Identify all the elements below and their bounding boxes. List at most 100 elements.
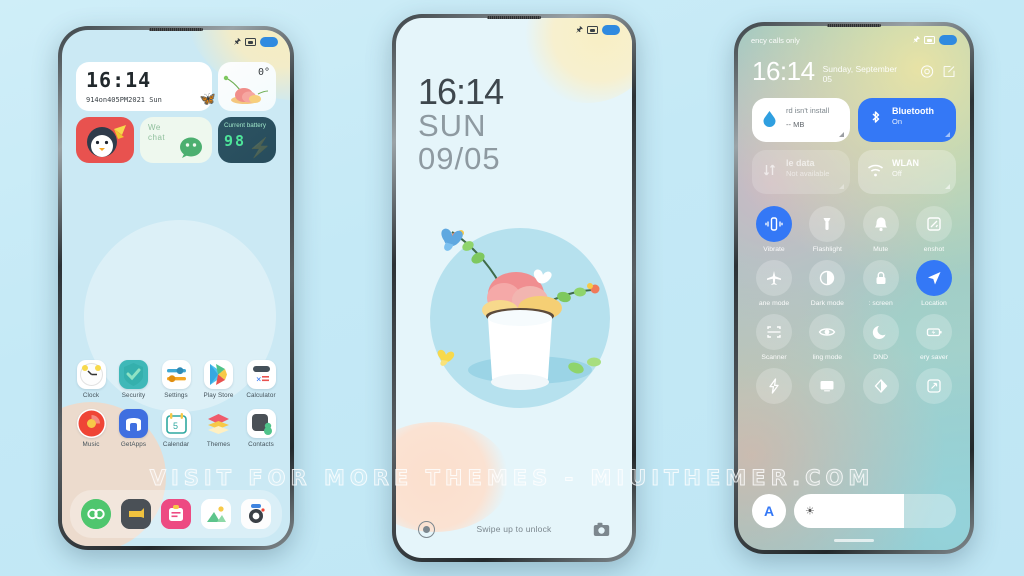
weather-widget[interactable]: 0°: [218, 62, 276, 111]
app-label: Themes: [206, 441, 231, 448]
toggle-row-4: [748, 368, 960, 408]
lock-icon: [862, 260, 899, 296]
toggle-half-contrast[interactable]: [855, 368, 907, 408]
flower-plate-illustration: [223, 75, 269, 104]
tile-expand-corner[interactable]: [839, 132, 844, 137]
lock-status-bar: 🖈: [396, 18, 632, 42]
tile-bluetooth[interactable]: Bluetooth On: [858, 98, 956, 142]
app-label: Calculator: [246, 392, 276, 399]
widget-row-1: 16:14 914on405PM2021 Sun 🦋 0°: [76, 62, 276, 111]
toggle-screenshot[interactable]: enshot: [908, 206, 960, 253]
toggle-quick-ball[interactable]: [748, 368, 800, 408]
camera-icon[interactable]: [241, 499, 271, 529]
phone-control-center: ency calls only 🖈 16:14 Sunday, Septembe…: [734, 22, 974, 554]
quick-ball-icon: [756, 368, 792, 404]
tile-expand-corner[interactable]: [839, 184, 844, 189]
app-label: Clock: [82, 392, 100, 399]
calculator-icon: ×: [246, 360, 276, 389]
notes-icon[interactable]: [161, 499, 191, 529]
control-center-header: 16:14 Sunday, September 05: [752, 54, 956, 88]
app-themes[interactable]: Themes: [198, 409, 240, 448]
toggle-vibrate[interactable]: Vibrate: [748, 206, 800, 253]
scanner-icon: [756, 314, 792, 350]
sdcard-drop-icon: [763, 111, 776, 127]
drag-handle[interactable]: [834, 539, 874, 542]
app-clock[interactable]: Clock: [70, 360, 112, 399]
app-getapps[interactable]: GetApps: [113, 409, 155, 448]
toggle-location[interactable]: Location: [908, 260, 960, 307]
earpiece-speaker: [149, 28, 203, 31]
tile-sdcard[interactable]: rd isn't install -- MB: [752, 98, 850, 142]
widget-row-2: We chat Current battery 98 ⚡: [76, 117, 276, 163]
tile-expand-corner[interactable]: [945, 184, 950, 189]
battery-save-icon: [915, 314, 952, 350]
toggle-mute[interactable]: Mute: [855, 206, 907, 253]
toggle-label: Location: [921, 300, 947, 307]
edit-icon[interactable]: [942, 64, 956, 79]
gear-icon[interactable]: [920, 64, 934, 79]
app-play-store[interactable]: Play Store: [198, 360, 240, 399]
toggle-airplane-mode[interactable]: ane mode: [748, 260, 800, 307]
toggle-row-3: Scanner ling mode DND ery saver: [748, 314, 960, 361]
control-center-date: Sunday, September 05: [822, 64, 898, 84]
svg-text:5: 5: [173, 421, 178, 431]
control-center-status-bar: ency calls only 🖈: [738, 26, 970, 54]
auto-brightness-button[interactable]: A: [752, 494, 786, 528]
battery-icon: [260, 37, 278, 47]
app-security[interactable]: Security: [113, 360, 155, 399]
bluetooth-icon: [872, 111, 880, 123]
phone-icon[interactable]: [81, 499, 111, 529]
tile-row-1: rd isn't install -- MB Bluetooth On: [752, 98, 956, 142]
toggle-dnd[interactable]: DND: [855, 314, 907, 361]
app-calendar[interactable]: 5 Calendar: [155, 409, 197, 448]
gallery-icon[interactable]: [201, 499, 231, 529]
lightning-bolt-icon: ⚡: [248, 138, 272, 159]
tile-expand-corner[interactable]: [945, 132, 950, 137]
sdcard-icon: [924, 36, 935, 44]
lock-date: 09/05: [418, 140, 501, 176]
sdcard-icon: [245, 38, 256, 46]
home-dock: [70, 490, 282, 538]
toggle-label: DND: [873, 354, 889, 361]
clock-icon: [76, 360, 106, 389]
messages-icon[interactable]: [121, 499, 151, 529]
app-music[interactable]: Music: [70, 409, 112, 448]
app-settings[interactable]: Settings: [155, 360, 197, 399]
battery-widget[interactable]: Current battery 98 ⚡: [218, 117, 276, 163]
toggle-label: Flashlight: [812, 246, 842, 253]
toggle-dark-mode[interactable]: Dark mode: [801, 260, 853, 307]
tile-wlan[interactable]: WLAN Off: [858, 150, 956, 194]
app-contacts[interactable]: Contacts: [240, 409, 282, 448]
tile-subtitle: On: [892, 117, 903, 127]
toggle-lock-screen[interactable]: : screen: [855, 260, 907, 307]
flashlight-icon: [809, 206, 846, 242]
screenshot-icon: [915, 206, 952, 242]
contrast-icon: [809, 260, 846, 296]
toggle-scanner[interactable]: Scanner: [748, 314, 800, 361]
camera-icon[interactable]: [593, 522, 610, 537]
butterfly-icon: 🦋: [199, 91, 216, 106]
music-icon: [76, 409, 106, 438]
phone-lock-screen: 🖈 16:14 SUN 09/05 Swipe up to unlock: [392, 14, 636, 562]
toggle-label: ane mode: [758, 300, 790, 307]
brightness-slider[interactable]: ☀: [794, 494, 956, 528]
toggle-cast[interactable]: [801, 368, 853, 408]
wechat-label-line2: chat: [148, 133, 166, 142]
clock-widget[interactable]: 16:14 914on405PM2021 Sun 🦋: [76, 62, 216, 111]
shield-icon: [119, 360, 148, 389]
toggle-battery-saver[interactable]: ery saver: [908, 314, 960, 361]
location-icon: [915, 260, 952, 296]
tile-title: le data: [786, 158, 815, 168]
tile-title: Bluetooth: [892, 106, 934, 116]
penguin-widget[interactable]: [76, 117, 134, 163]
tile-mobile-data[interactable]: le data Not available: [752, 150, 850, 194]
tile-title: rd isn't install: [786, 106, 830, 115]
toggle-flashlight[interactable]: Flashlight: [801, 206, 853, 253]
app-label: Contacts: [248, 441, 274, 448]
wechat-widget[interactable]: We chat: [140, 117, 212, 163]
toggle-reading-mode[interactable]: ling mode: [801, 314, 853, 361]
toggle-expand[interactable]: [908, 368, 960, 408]
app-calculator[interactable]: × Calculator: [240, 360, 282, 399]
sliders-icon: [161, 360, 191, 389]
flashlight-icon[interactable]: [418, 520, 435, 538]
